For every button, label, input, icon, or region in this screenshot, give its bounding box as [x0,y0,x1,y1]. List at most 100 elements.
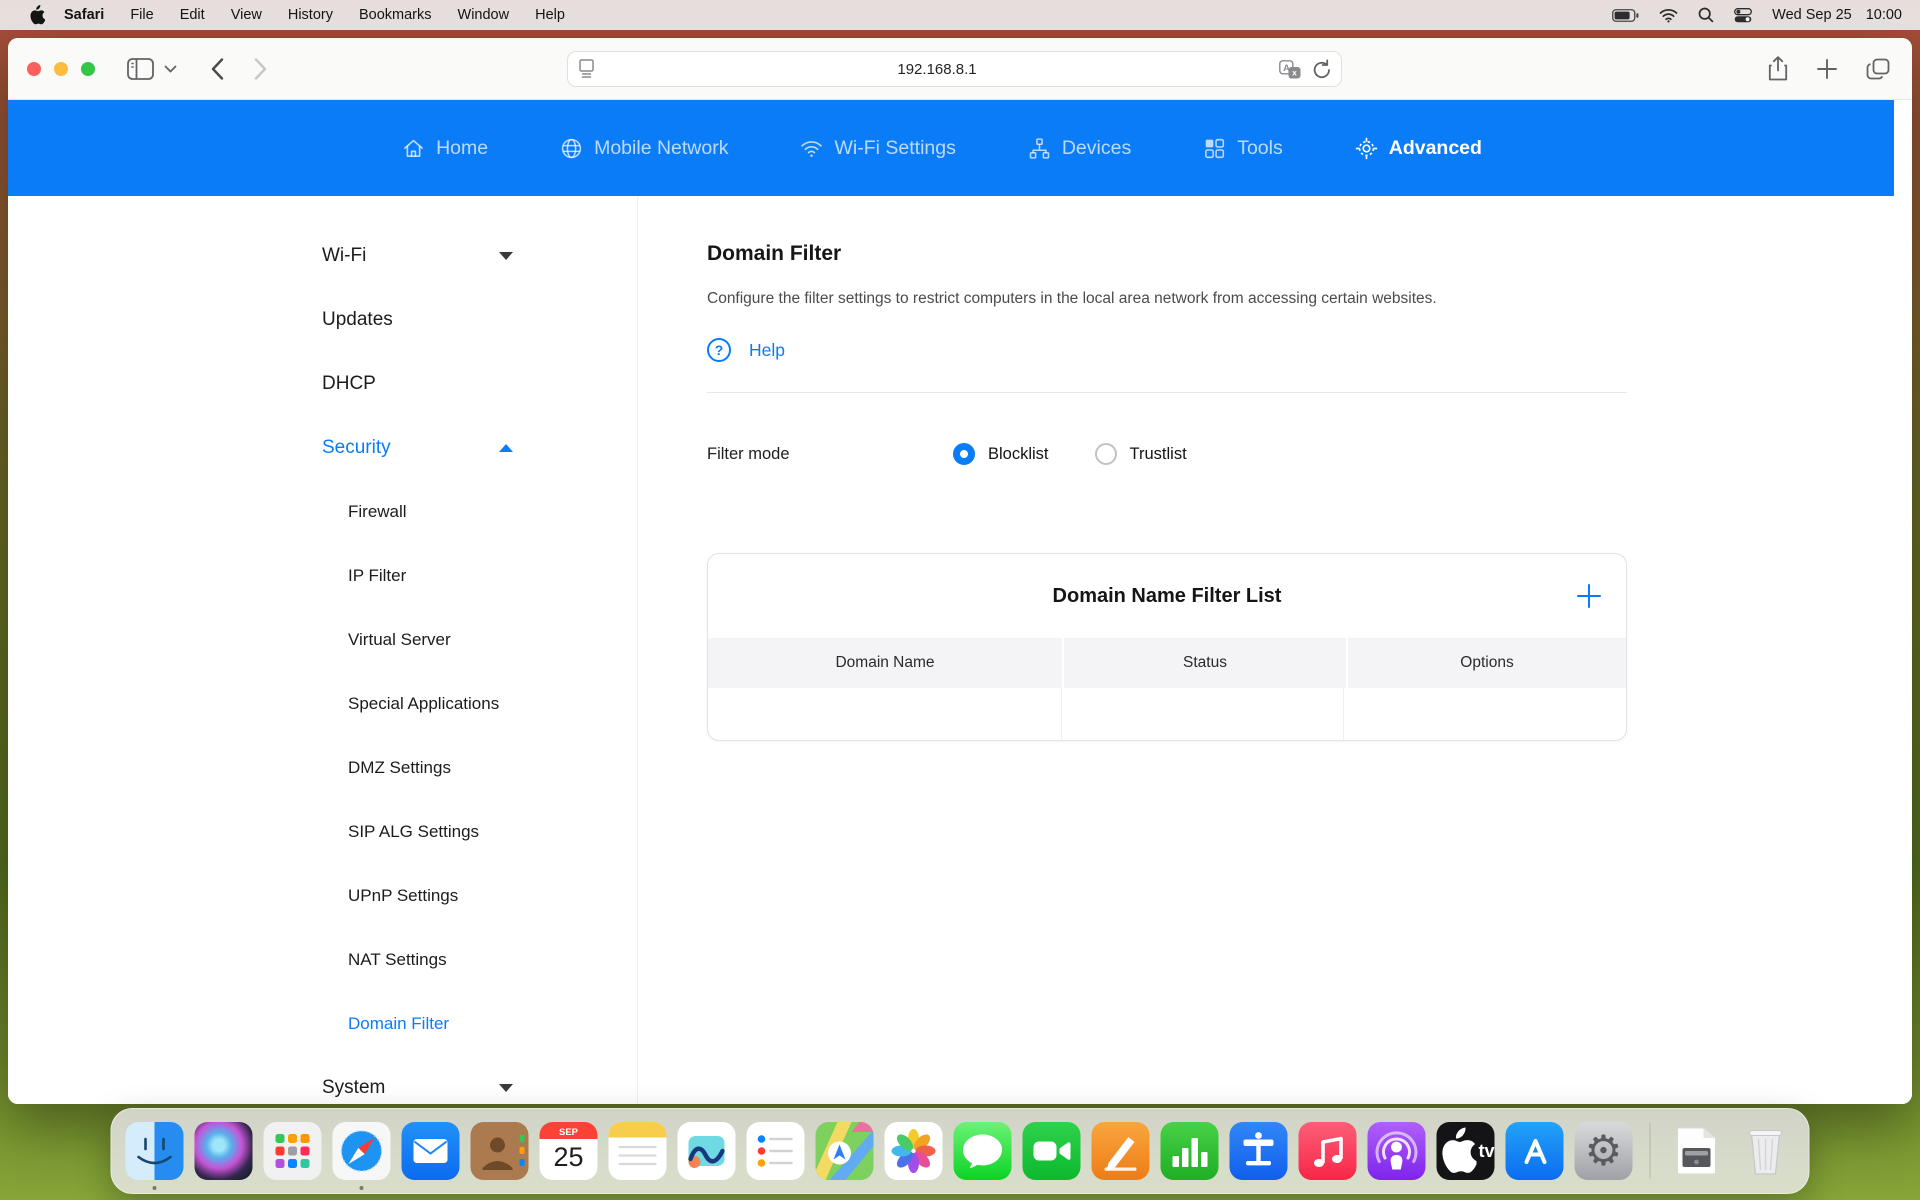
dock-icon-mail[interactable] [402,1122,460,1180]
address-bar[interactable]: 192.168.8.1 Ax [567,51,1342,87]
sidebar-item-sip-alg-settings[interactable]: SIP ALG Settings [8,800,637,864]
wifi-icon [800,137,823,160]
radio-selected-icon[interactable] [953,443,975,465]
sidebar-item-special-applications[interactable]: Special Applications [8,672,637,736]
sidebar-item-updates[interactable]: Updates [8,288,637,352]
dock-icon-siri[interactable] [195,1122,253,1180]
menu-date: Wed Sep 25 [1772,7,1852,23]
sidebar-item-ip-filter[interactable]: IP Filter [8,544,637,608]
translate-icon[interactable]: Ax [1279,60,1301,79]
menu-edit[interactable]: Edit [167,7,218,23]
sidebar-item-firewall[interactable]: Firewall [8,480,637,544]
devices-icon [1028,137,1051,160]
page-content: Wi-Fi Updates DHCP Security Firewall IP … [8,196,1912,1104]
menu-help[interactable]: Help [522,7,578,23]
dock-icon-launchpad[interactable] [264,1122,322,1180]
dock-icon-tv[interactable]: tv [1437,1122,1495,1180]
menu-bar: Safari File Edit View History Bookmarks … [0,0,1920,30]
nav-home[interactable]: Home [402,137,488,160]
menu-window[interactable]: Window [445,7,523,23]
dock-icon-notes[interactable] [609,1122,667,1180]
zoom-window-button[interactable] [81,62,95,76]
column-domain-name: Domain Name [708,638,1062,688]
dock-icon-calendar[interactable]: SEP25 [540,1122,598,1180]
dock-icon-podcasts[interactable] [1368,1122,1426,1180]
dock-icon-numbers[interactable] [1161,1122,1219,1180]
dock-icon-contacts[interactable] [471,1122,529,1180]
sidebar-item-dhcp[interactable]: DHCP [8,352,637,416]
dock-icon-photos[interactable] [885,1122,943,1180]
column-options: Options [1348,638,1626,688]
nav-tools[interactable]: Tools [1203,137,1283,160]
dock-icon-freeform[interactable] [678,1122,736,1180]
reload-icon[interactable] [1313,59,1331,79]
radio-option-blocklist[interactable]: Blocklist [953,443,1049,465]
menu-file[interactable]: File [117,7,166,23]
table-header: Domain Name Status Options [708,638,1626,688]
nav-devices[interactable]: Devices [1028,137,1131,160]
menu-bookmarks[interactable]: Bookmarks [346,7,445,23]
sidebar-item-system[interactable]: System [8,1056,637,1104]
add-entry-button[interactable] [1576,583,1602,609]
page-format-icon[interactable] [578,59,595,79]
back-button[interactable] [211,58,224,80]
sidebar-item-domain-filter[interactable]: Domain Filter [8,992,637,1056]
dock-icon-reminders[interactable] [747,1122,805,1180]
calendar-month: SEP [559,1127,579,1138]
minimize-window-button[interactable] [54,62,68,76]
svg-text:x: x [1292,67,1297,77]
forward-button[interactable] [254,58,267,80]
dock-icon-pages[interactable] [1092,1122,1150,1180]
page-title: Domain Filter [707,242,1912,266]
section-divider [707,392,1627,393]
sidebar-item-wifi[interactable]: Wi-Fi [8,224,637,288]
dock-icon-messages[interactable] [954,1122,1012,1180]
control-center-icon[interactable] [1734,8,1752,23]
page-description: Configure the filter settings to restric… [707,290,1912,308]
traffic-lights [27,62,95,76]
dock-icon-disk-image[interactable] [1668,1122,1726,1180]
sidebar-item-nat-settings[interactable]: NAT Settings [8,928,637,992]
safari-window: 192.168.8.1 Ax Home Mobile Network Wi-Fi… [8,38,1912,1104]
dock-icon-facetime[interactable] [1023,1122,1081,1180]
router-navbar: Home Mobile Network Wi-Fi Settings Devic… [8,100,1894,196]
url-text[interactable]: 192.168.8.1 [595,61,1279,78]
dock-icon-keynote[interactable] [1230,1122,1288,1180]
nav-advanced[interactable]: Advanced [1355,137,1482,160]
dock-icon-maps[interactable] [816,1122,874,1180]
sidebar-item-dmz-settings[interactable]: DMZ Settings [8,736,637,800]
dock-icon-music[interactable] [1299,1122,1357,1180]
help-link[interactable]: ? Help [707,338,1912,362]
radio-unselected-icon[interactable] [1095,443,1117,465]
new-tab-icon[interactable] [1816,58,1838,80]
dock-icon-system-settings[interactable]: ⚙ [1575,1122,1633,1180]
filter-mode-row: Filter mode Blocklist Trustlist [707,443,1912,465]
battery-icon[interactable] [1612,9,1639,22]
menu-clock[interactable]: Wed Sep 25 10:00 [1772,7,1902,23]
spotlight-search-icon[interactable] [1698,7,1714,23]
sidebar-item-security[interactable]: Security [8,416,637,480]
sidebar-item-upnp-settings[interactable]: UPnP Settings [8,864,637,928]
share-icon[interactable] [1768,56,1788,81]
toolbar-chevron-down-icon[interactable] [164,65,177,73]
close-window-button[interactable] [27,62,41,76]
sidebar-toggle-icon[interactable] [127,58,154,80]
wifi-status-icon[interactable] [1659,8,1678,23]
nav-mobile-network[interactable]: Mobile Network [560,137,728,160]
menu-history[interactable]: History [275,7,346,23]
chevron-down-icon [499,252,513,260]
menu-app-name[interactable]: Safari [51,7,117,23]
dock-icon-trash[interactable] [1737,1122,1795,1180]
menu-view[interactable]: View [218,7,275,23]
tab-overview-icon[interactable] [1866,58,1890,80]
apple-logo-icon[interactable] [28,5,45,25]
chevron-down-icon [499,1084,513,1092]
settings-sidebar: Wi-Fi Updates DHCP Security Firewall IP … [8,196,638,1104]
radio-option-trustlist[interactable]: Trustlist [1095,443,1187,465]
dock-icon-app-store[interactable] [1506,1122,1564,1180]
sidebar-item-virtual-server[interactable]: Virtual Server [8,608,637,672]
dock-icon-safari[interactable] [333,1122,391,1180]
dock-icon-finder[interactable] [126,1122,184,1180]
menu-time: 10:00 [1866,7,1902,23]
nav-wifi-settings[interactable]: Wi-Fi Settings [800,137,955,160]
